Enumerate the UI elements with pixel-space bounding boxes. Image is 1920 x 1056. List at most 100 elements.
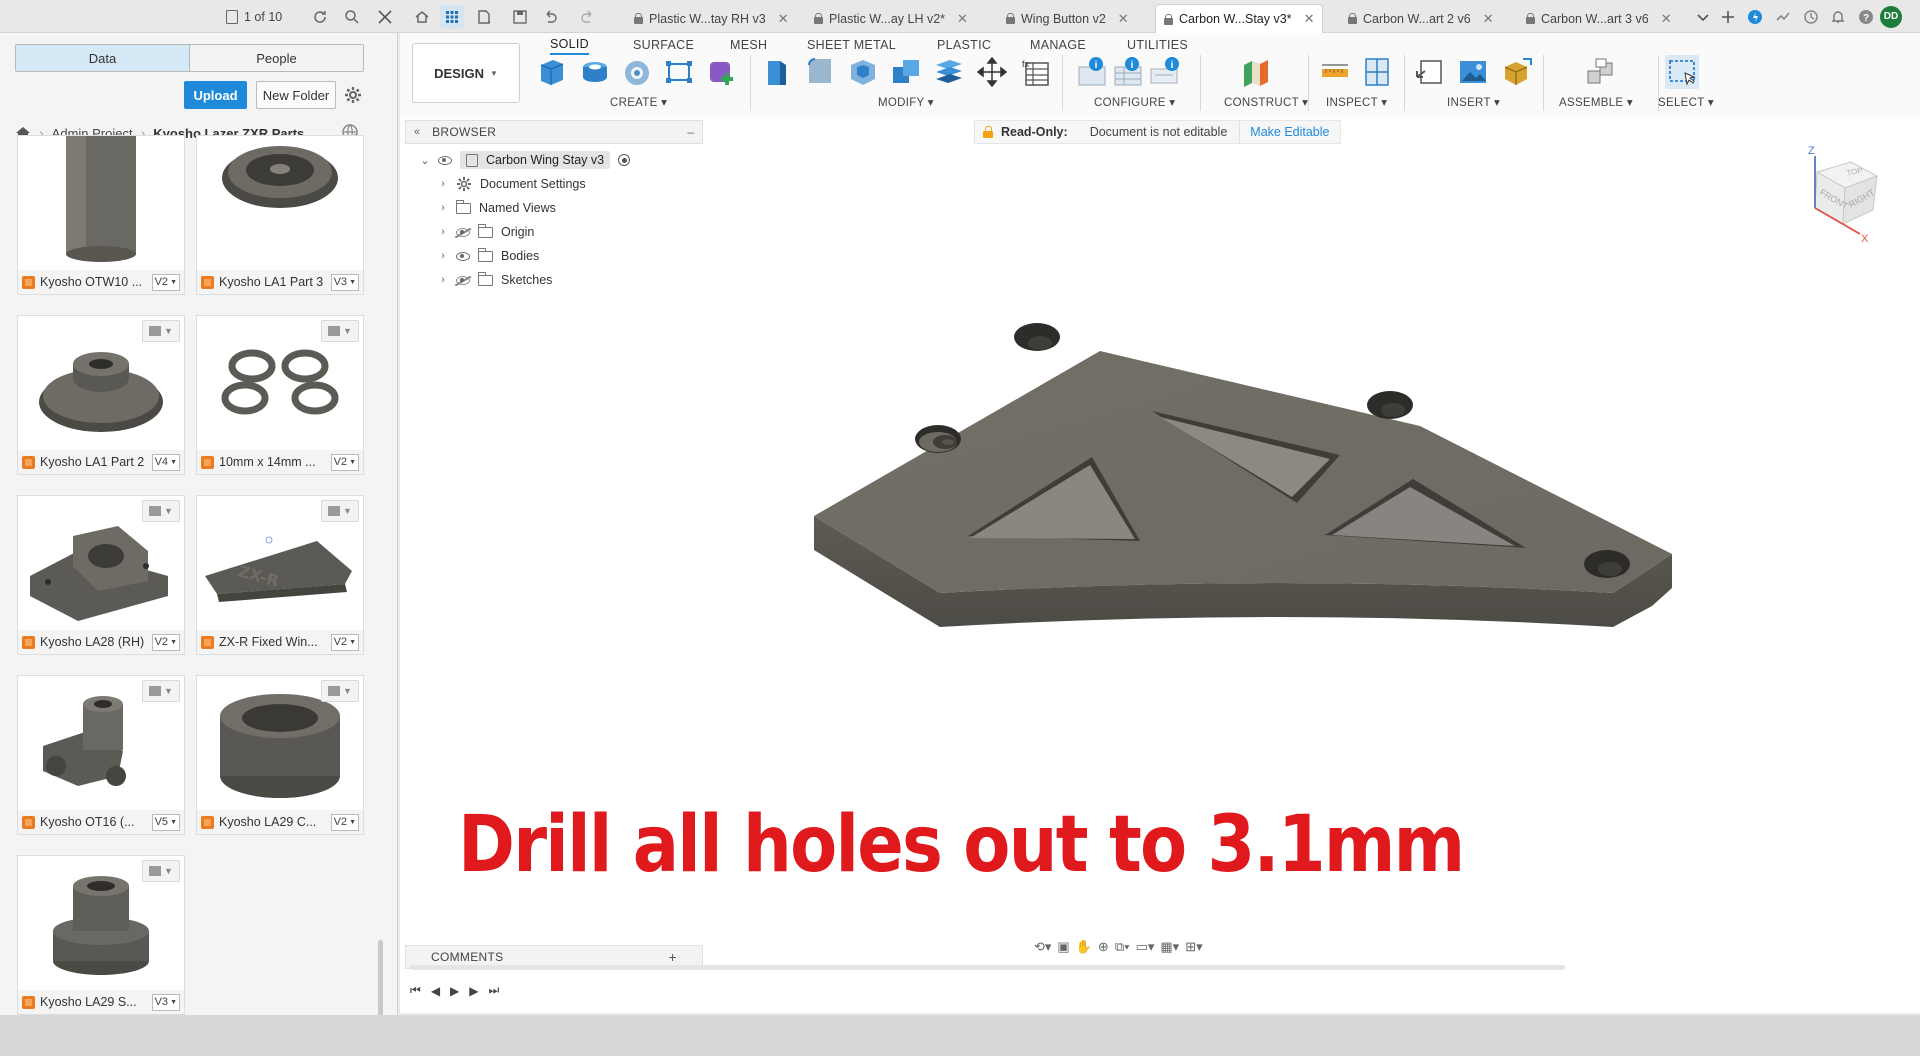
- group-assemble[interactable]: ASSEMBLE ▾: [1559, 95, 1633, 109]
- file-card[interactable]: ▼ Kyosho LA29 S... V3 ▼: [17, 855, 185, 1015]
- grid-settings-icon[interactable]: ▦▾: [1160, 939, 1179, 955]
- redo-button[interactable]: [576, 0, 600, 33]
- file-thumbnail[interactable]: [197, 136, 363, 268]
- close-tab-icon[interactable]: ✕: [1118, 11, 1129, 27]
- version-dropdown[interactable]: V3 ▼: [330, 273, 359, 291]
- close-tab-icon[interactable]: ✕: [1661, 11, 1672, 27]
- tab-doc-3[interactable]: Wing Button v2 ✕: [998, 4, 1137, 33]
- version-dropdown[interactable]: V3 ▼: [151, 993, 180, 1011]
- file-card[interactable]: ▼ Kyosho LA28 (RH) V2 ▼: [17, 495, 185, 655]
- file-thumbnail[interactable]: [18, 136, 184, 268]
- save-button[interactable]: [508, 0, 532, 33]
- tab-surface[interactable]: SURFACE: [633, 35, 694, 55]
- plus-icon[interactable]: +: [669, 949, 677, 965]
- insert-derive-tool[interactable]: [1413, 55, 1447, 89]
- joint-tool[interactable]: [1584, 55, 1618, 89]
- display-settings-icon[interactable]: ▭▾: [1136, 939, 1155, 955]
- file-actions-button[interactable]: ▼: [142, 320, 180, 342]
- look-at-icon[interactable]: ▣: [1057, 939, 1069, 955]
- version-dropdown[interactable]: V2 ▼: [330, 813, 359, 831]
- notifications-button[interactable]: [1826, 0, 1850, 33]
- combine-tool[interactable]: [889, 55, 923, 89]
- step-back-icon[interactable]: ◀: [431, 984, 440, 998]
- viewports-icon[interactable]: ⊞▾: [1185, 939, 1202, 955]
- close-tab-icon[interactable]: ✕: [778, 11, 789, 27]
- offset-face-tool[interactable]: [932, 55, 966, 89]
- version-dropdown[interactable]: V2 ▼: [151, 633, 180, 651]
- upload-button[interactable]: Upload: [184, 81, 247, 109]
- file-name[interactable]: Kyosho OT16 (...: [40, 815, 147, 829]
- file-name[interactable]: 10mm x 14mm ...: [219, 455, 326, 469]
- file-name[interactable]: ZX-R Fixed Win...: [219, 635, 326, 649]
- zoom-icon[interactable]: ⊕: [1098, 939, 1109, 955]
- tab-doc-5[interactable]: Carbon W...art 2 v6 ✕: [1340, 4, 1502, 33]
- play-icon[interactable]: ▶: [450, 984, 459, 998]
- tab-doc-2[interactable]: Plastic W...ay LH v2* ✕: [806, 4, 976, 33]
- file-name[interactable]: Kyosho OTW10 ...: [40, 275, 147, 289]
- file-card[interactable]: ▼ Kyosho OT16 (... V5 ▼: [17, 675, 185, 835]
- file-counter[interactable]: 1 of 10: [226, 0, 282, 33]
- section-analysis-tool[interactable]: [1360, 55, 1394, 89]
- refresh-button[interactable]: [308, 0, 332, 33]
- tab-people[interactable]: People: [190, 45, 363, 71]
- file-name[interactable]: Kyosho LA29 S...: [40, 995, 147, 1009]
- extensions-button[interactable]: [1743, 0, 1767, 33]
- file-card[interactable]: Kyosho LA1 Part 3 V3 ▼: [196, 135, 364, 295]
- new-tab-button[interactable]: [1716, 0, 1740, 33]
- workspace-switcher[interactable]: DESIGN ▼: [412, 43, 520, 103]
- tab-overflow-button[interactable]: [1691, 0, 1715, 33]
- group-create[interactable]: CREATE ▾: [610, 95, 667, 109]
- file-actions-button[interactable]: ▼: [321, 680, 359, 702]
- file-name[interactable]: Kyosho LA1 Part 3: [219, 275, 326, 289]
- extrude-tool[interactable]: [578, 55, 612, 89]
- search-button[interactable]: [340, 0, 364, 33]
- go-to-start-icon[interactable]: ⏮: [410, 983, 421, 998]
- sketch-tool[interactable]: [662, 55, 696, 89]
- undo-button[interactable]: [538, 0, 562, 33]
- configure-tool-1[interactable]: i: [1076, 55, 1110, 89]
- group-configure[interactable]: CONFIGURE ▾: [1094, 95, 1175, 109]
- file-name[interactable]: Kyosho LA29 C...: [219, 815, 326, 829]
- new-folder-button[interactable]: New Folder: [256, 81, 336, 109]
- file-actions-button[interactable]: ▼: [142, 500, 180, 522]
- file-card[interactable]: ▼ Kyosho LA29 C... V2 ▼: [196, 675, 364, 835]
- view-cube[interactable]: TOP FRONT RIGHT Z X: [1785, 142, 1895, 252]
- press-pull-tool[interactable]: [760, 55, 794, 89]
- tab-utilities[interactable]: UTILITIES: [1127, 35, 1188, 55]
- job-status-button[interactable]: [1771, 0, 1795, 33]
- close-tab-icon[interactable]: ✕: [957, 11, 968, 27]
- home-button[interactable]: [410, 0, 434, 33]
- revolve-tool[interactable]: [620, 55, 654, 89]
- tab-doc-active[interactable]: Carbon W...Stay v3* ✕: [1155, 4, 1324, 33]
- gear-icon[interactable]: [343, 85, 363, 105]
- move-tool[interactable]: [975, 55, 1009, 89]
- file-card[interactable]: ZX-R ▼ ZX-R Fixed Win... V2 ▼: [196, 495, 364, 655]
- tab-solid[interactable]: SOLID: [550, 35, 590, 55]
- tab-data[interactable]: Data: [16, 45, 190, 71]
- group-construct[interactable]: CONSTRUCT ▾: [1224, 95, 1308, 109]
- tab-manage[interactable]: MANAGE: [1030, 35, 1086, 55]
- group-insert[interactable]: INSERT ▾: [1447, 95, 1500, 109]
- group-modify[interactable]: MODIFY ▾: [878, 95, 934, 109]
- tab-plastic[interactable]: PLASTIC: [937, 35, 991, 55]
- close-tab-icon[interactable]: ✕: [1304, 11, 1315, 27]
- group-inspect[interactable]: INSPECT ▾: [1326, 95, 1387, 109]
- tab-sheet-metal[interactable]: SHEET METAL: [807, 35, 896, 55]
- go-to-end-icon[interactable]: ⏭: [489, 983, 500, 998]
- configure-tool-3[interactable]: i: [1148, 55, 1182, 89]
- shell-tool[interactable]: [846, 55, 880, 89]
- version-dropdown[interactable]: V2 ▼: [330, 633, 359, 651]
- new-component-tool[interactable]: [535, 55, 569, 89]
- version-dropdown[interactable]: V5 ▼: [151, 813, 180, 831]
- tab-mesh[interactable]: MESH: [730, 35, 767, 55]
- file-menu[interactable]: [472, 0, 496, 33]
- version-dropdown[interactable]: V2 ▼: [151, 273, 180, 291]
- insert-canvas-tool[interactable]: [1456, 55, 1490, 89]
- file-actions-button[interactable]: ▼: [321, 320, 359, 342]
- wing-stay-model[interactable]: [400, 117, 1920, 877]
- measure-tool[interactable]: [1318, 55, 1352, 89]
- close-panel-button[interactable]: [373, 0, 397, 33]
- data-panel-toggle[interactable]: [440, 0, 464, 33]
- select-tool[interactable]: [1665, 55, 1699, 89]
- close-tab-icon[interactable]: ✕: [1483, 11, 1494, 27]
